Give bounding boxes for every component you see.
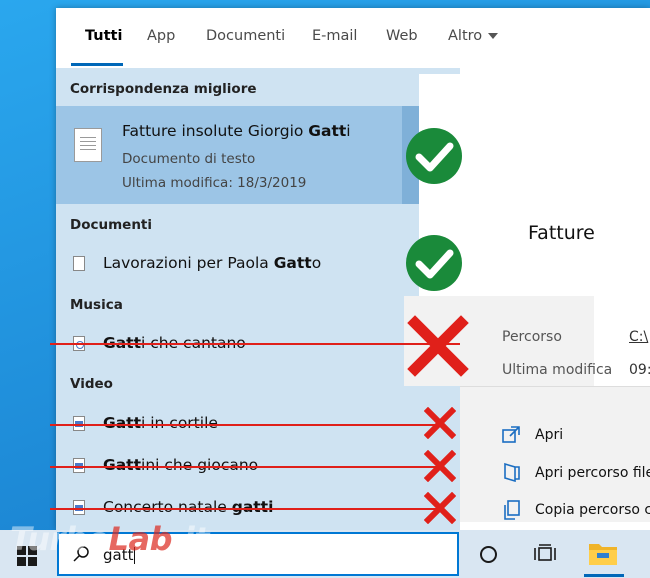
watermark-part2: Lab (108, 520, 173, 558)
text-document-icon (74, 128, 102, 162)
best-match-type: Documento di testo (122, 151, 256, 167)
modified-value: 09: (629, 362, 650, 378)
best-match-item[interactable]: Fatture insolute Giorgio Gatti Documento… (56, 106, 402, 204)
active-app-indicator (584, 574, 624, 577)
tab-more[interactable]: Altro (448, 28, 499, 44)
strike-line (50, 424, 438, 426)
modified-label: Ultima modifica (502, 362, 613, 378)
copy-path-action[interactable]: Copia percorso c (535, 502, 650, 518)
watermark-part3: .it (172, 520, 209, 558)
filter-tabs: Tutti App Documenti E-mail Web Altro (56, 8, 650, 68)
best-match-title: Fatture insolute Giorgio Gatti (122, 122, 351, 140)
check-icon (406, 128, 462, 184)
watermark-part1: Turbo (10, 520, 109, 558)
result-label: Lavorazioni per Paola Gatto (103, 254, 321, 272)
cross-icon (424, 407, 456, 439)
list-item[interactable]: Lavorazioni per Paola Gatto (56, 248, 460, 282)
best-match-title-prefix: Fatture insolute Giorgio (122, 122, 309, 140)
results-list: Corrispondenza migliore Fatture insolute… (56, 68, 460, 530)
section-video: Video (70, 376, 113, 392)
result-highlight: gatti (231, 498, 274, 516)
result-label: Gatti in cortile (103, 414, 218, 432)
best-match-title-suffix: i (346, 122, 351, 140)
result-suffix: ini che giocano (141, 456, 259, 474)
check-icon (406, 235, 462, 291)
file-explorer-icon[interactable] (588, 540, 618, 566)
watermark: TurboLab.it (10, 520, 209, 558)
active-tab-indicator (71, 63, 123, 66)
copy-path-icon (504, 500, 520, 520)
best-match-title-highlight: Gatt (308, 122, 347, 140)
preview-title: Fatture (528, 222, 595, 244)
chevron-down-icon (488, 33, 499, 39)
section-best-match: Corrispondenza migliore (70, 81, 257, 97)
cross-icon (424, 492, 456, 524)
best-match-modified: Ultima modifica: 18/3/2019 (122, 175, 307, 191)
tab-email[interactable]: E-mail (312, 28, 357, 44)
cortana-icon[interactable] (480, 546, 497, 563)
result-label: Concerto natale gatti (103, 498, 273, 516)
task-view-icon[interactable] (534, 544, 556, 564)
result-prefix: Concerto natale (103, 498, 232, 516)
result-highlight: Gatt (103, 456, 142, 474)
strike-line (50, 508, 438, 510)
cross-icon (407, 315, 469, 377)
result-highlight: Gatt (273, 254, 312, 272)
tab-all[interactable]: Tutti (85, 28, 122, 44)
result-prefix: Lavorazioni per Paola (103, 254, 274, 272)
strike-line (50, 343, 460, 345)
section-music: Musica (70, 297, 123, 313)
result-label: Gattini che giocano (103, 456, 258, 474)
open-action[interactable]: Apri (535, 427, 563, 443)
open-file-location-icon (504, 462, 520, 482)
open-file-location-action[interactable]: Apri percorso file (535, 465, 650, 481)
path-value-link[interactable]: C:\ (629, 329, 648, 345)
tab-documents[interactable]: Documenti (206, 28, 285, 44)
list-item[interactable]: Gatti che cantano (56, 328, 460, 362)
path-label: Percorso (502, 329, 562, 345)
cross-icon (424, 450, 456, 482)
section-documents: Documenti (70, 217, 153, 233)
strike-line (50, 466, 438, 468)
result-highlight: Gatt (103, 414, 142, 432)
text-document-icon (73, 256, 85, 271)
tab-web[interactable]: Web (386, 28, 418, 44)
tab-apps[interactable]: App (147, 28, 175, 44)
result-suffix: o (311, 254, 322, 272)
result-suffix: i in cortile (141, 414, 218, 432)
open-icon (502, 426, 520, 443)
tab-more-label: Altro (448, 28, 483, 44)
